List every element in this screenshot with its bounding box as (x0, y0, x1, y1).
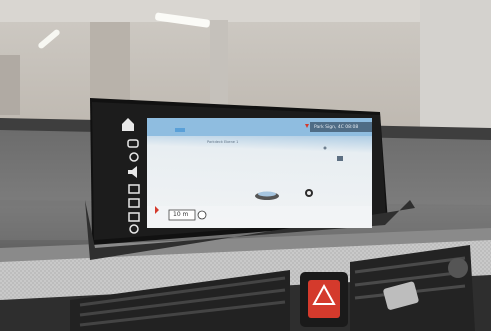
compass-icon (197, 210, 207, 220)
garage-wall-right (420, 0, 491, 130)
garage-ceiling (0, 0, 491, 22)
car-interior-scene: Park Sign, 4C 08:08 10 m Parkdeck Ebene … (0, 0, 491, 331)
poi-marker (337, 156, 343, 161)
status-chip (175, 128, 185, 132)
hazard-button (300, 272, 348, 327)
infotainment-screen[interactable]: Park Sign, 4C 08:08 10 m Parkdeck Ebene … (147, 118, 372, 228)
garage-pillar (210, 20, 228, 115)
garage-wall-shadow (0, 55, 20, 115)
street-label: Parkdeck Ebene 1 (207, 140, 239, 144)
garage-pillar (90, 22, 130, 107)
status-bar-text: Park Sign, 4C 08:08 (314, 125, 359, 130)
scale-label: 10 m (173, 211, 189, 218)
